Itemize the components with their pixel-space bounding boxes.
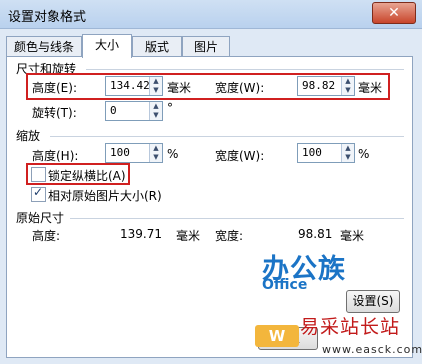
- word-badge-icon: W: [255, 325, 299, 347]
- original-height-value: 139.71: [120, 227, 162, 241]
- rotate-spinner[interactable]: 0 ▲ ▼: [105, 101, 163, 121]
- scale-width-label: 宽度(W):: [215, 149, 265, 163]
- rotate-label: 旋转(T):: [32, 106, 77, 120]
- original-height-unit: 毫米: [176, 229, 201, 243]
- lock-aspect-checkbox[interactable]: [31, 167, 46, 182]
- watermark-site-name: 易采站长站: [300, 316, 401, 338]
- close-icon: ✕: [388, 5, 400, 21]
- spin-down-icon[interactable]: ▼: [342, 153, 354, 162]
- original-height-label: 高度:: [32, 229, 61, 243]
- tab-size[interactable]: 大小: [82, 34, 132, 58]
- height-value: 134.42: [110, 79, 150, 92]
- original-size-header: 原始尺寸: [16, 211, 65, 225]
- spin-up-icon[interactable]: ▲: [150, 144, 162, 153]
- spin-up-icon[interactable]: ▲: [150, 102, 162, 111]
- tab-picture[interactable]: 图片: [182, 36, 230, 57]
- watermark-logo: 办公族 Office: [262, 247, 362, 311]
- height-unit: 毫米: [167, 81, 192, 95]
- width-value: 98.82: [302, 79, 336, 92]
- spin-up-icon[interactable]: ▲: [342, 144, 354, 153]
- lock-aspect-label[interactable]: 锁定纵横比(A): [48, 167, 126, 184]
- scale-width-unit: %: [358, 147, 370, 161]
- width-unit: 毫米: [358, 81, 383, 95]
- width-spinner[interactable]: 98.82 ▲ ▼: [297, 76, 355, 96]
- original-width-label: 宽度:: [215, 229, 244, 243]
- format-object-dialog: 设置对象格式 ✕ 颜色与线条 大小 版式 图片 尺寸和旋转 高度(E): 134…: [0, 0, 422, 364]
- spin-down-icon[interactable]: ▼: [150, 86, 162, 95]
- scale-height-value: 100: [110, 146, 130, 159]
- original-width-unit: 毫米: [340, 229, 365, 243]
- divider: [70, 218, 404, 219]
- scale-height-spinner[interactable]: 100 ▲ ▼: [105, 143, 163, 163]
- relative-size-checkbox[interactable]: [31, 185, 46, 202]
- watermark-site-url: www.easck.com: [322, 343, 422, 356]
- scale-header: 缩放: [16, 129, 41, 143]
- tab-colors-lines[interactable]: 颜色与线条: [6, 36, 82, 57]
- spin-down-icon[interactable]: ▼: [150, 111, 162, 120]
- height-spinner[interactable]: 134.42 ▲ ▼: [105, 76, 163, 96]
- scale-width-spinner[interactable]: 100 ▲ ▼: [297, 143, 355, 163]
- window-title: 设置对象格式: [8, 10, 87, 25]
- rotate-unit: °: [167, 101, 173, 115]
- rotate-value: 0: [110, 104, 117, 117]
- tab-layout[interactable]: 版式: [132, 36, 182, 57]
- title-bar: 设置对象格式 ✕: [0, 0, 422, 29]
- close-button[interactable]: ✕: [372, 2, 416, 24]
- relative-size-label[interactable]: 相对原始图片大小(R): [48, 187, 162, 204]
- spin-down-icon[interactable]: ▼: [150, 153, 162, 162]
- logo-office-text: Office: [262, 277, 308, 293]
- scale-height-label: 高度(H):: [32, 149, 79, 163]
- divider: [86, 69, 404, 70]
- spin-up-icon[interactable]: ▲: [150, 77, 162, 86]
- width-label: 宽度(W):: [215, 81, 265, 95]
- height-label: 高度(E):: [32, 81, 77, 95]
- spin-down-icon[interactable]: ▼: [342, 86, 354, 95]
- spin-up-icon[interactable]: ▲: [342, 77, 354, 86]
- scale-width-value: 100: [302, 146, 322, 159]
- original-width-value: 98.81: [298, 227, 333, 241]
- scale-height-unit: %: [167, 147, 179, 161]
- divider: [50, 136, 404, 137]
